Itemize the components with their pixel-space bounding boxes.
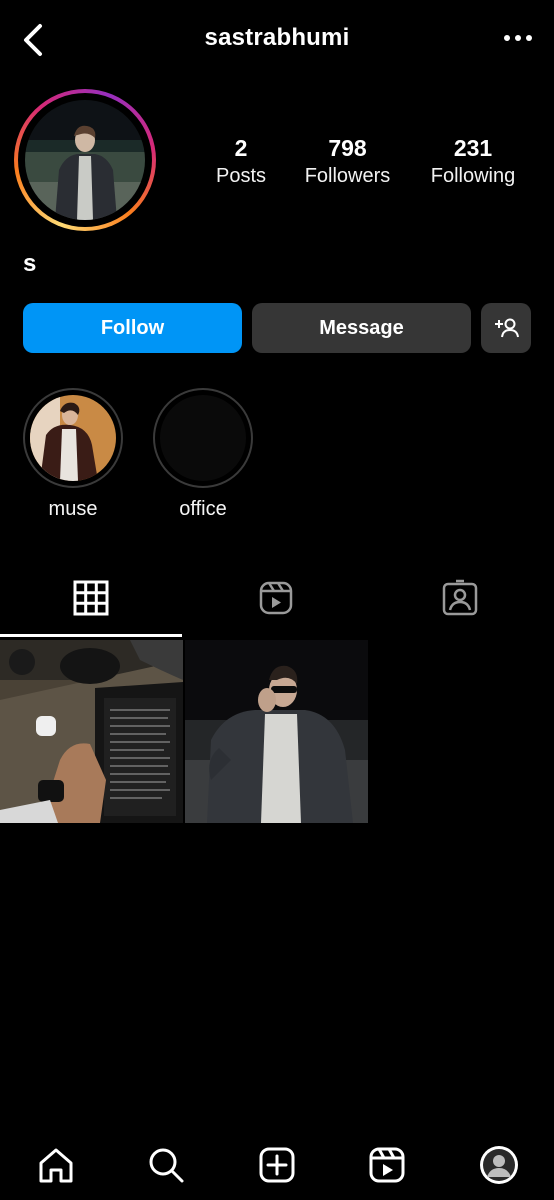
post-thumbnail[interactable] — [0, 640, 183, 823]
suggested-users-button[interactable] — [481, 303, 531, 353]
post-thumbnail[interactable] — [185, 640, 368, 823]
followers-label: Followers — [304, 165, 391, 187]
highlight-cover — [160, 395, 246, 481]
following-count: 231 — [453, 135, 493, 161]
highlight-office[interactable]: office — [152, 388, 254, 521]
avatar-gap — [18, 93, 152, 227]
stat-following[interactable]: 231 Following — [423, 134, 523, 190]
profile-username: sastrabhumi — [204, 24, 350, 51]
search-icon[interactable] — [146, 1145, 186, 1185]
active-tab-indicator — [0, 634, 182, 637]
top-bar: sastrabhumi — [0, 0, 554, 80]
highlight-muse[interactable]: muse — [22, 388, 124, 521]
home-icon[interactable] — [36, 1145, 76, 1185]
grid-icon[interactable] — [71, 578, 111, 618]
message-button[interactable]: Message — [252, 303, 471, 353]
posts-count: 2 — [234, 135, 248, 161]
message-button-label: Message — [319, 316, 404, 339]
posts-label: Posts — [215, 165, 267, 187]
profile-avatar[interactable] — [14, 89, 156, 231]
highlight-ring — [153, 388, 253, 488]
follow-button[interactable]: Follow — [23, 303, 242, 353]
add-user-icon — [495, 318, 519, 338]
follow-button-label: Follow — [100, 316, 165, 339]
highlight-ring — [23, 388, 123, 488]
followers-count: 798 — [328, 135, 367, 161]
stat-posts[interactable]: 2 Posts — [208, 134, 274, 190]
profile-tabs — [0, 570, 554, 636]
create-icon[interactable] — [257, 1145, 297, 1185]
highlight-label: muse — [48, 498, 98, 520]
more-options-icon[interactable] — [502, 30, 534, 46]
highlight-cover — [30, 395, 116, 481]
tagged-icon[interactable] — [440, 578, 480, 618]
stat-followers[interactable]: 798 Followers — [300, 134, 395, 190]
profile-display-name: s — [23, 250, 37, 277]
profile-avatar-icon[interactable] — [478, 1144, 520, 1186]
reels-icon[interactable] — [367, 1145, 407, 1185]
reels-tab-icon[interactable] — [256, 578, 296, 618]
following-label: Following — [430, 165, 516, 187]
highlight-label: office — [179, 498, 227, 520]
avatar-photo — [25, 100, 145, 220]
